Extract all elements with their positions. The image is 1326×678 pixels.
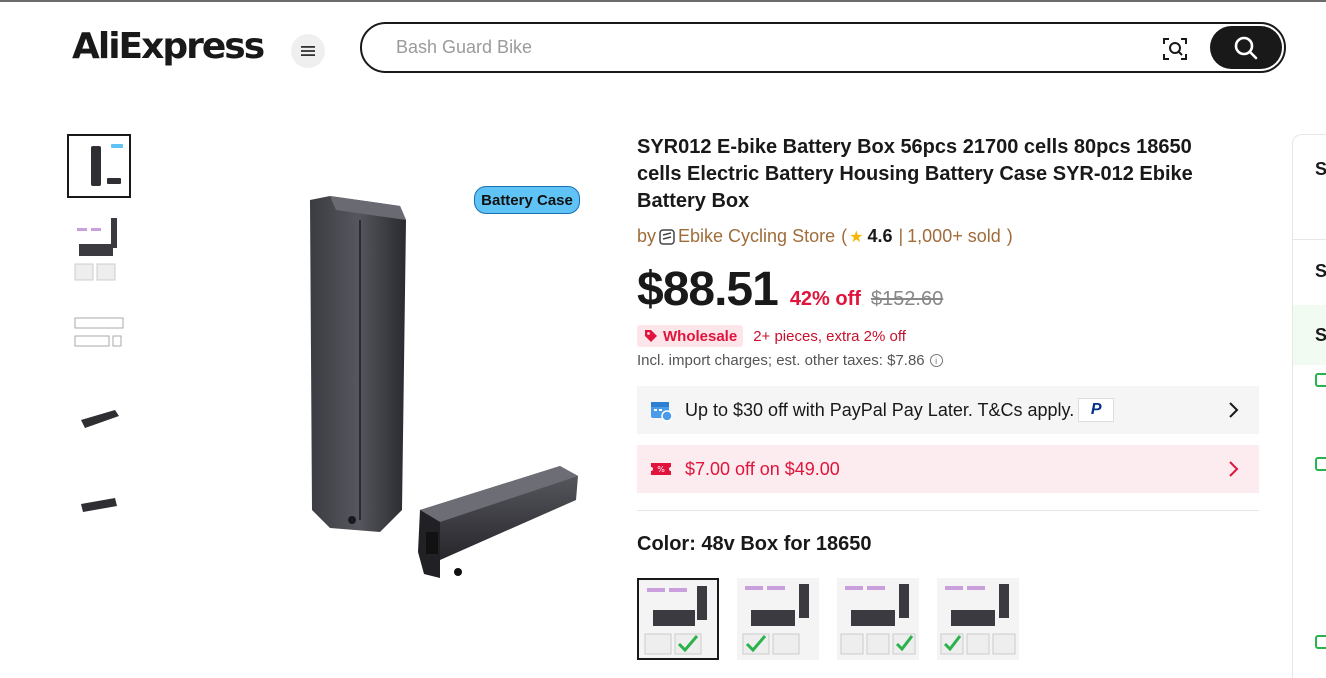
- variant-thumbnail-image: [940, 584, 1016, 655]
- battery-thumbnail-image: [91, 144, 123, 186]
- variant-thumbnail-image: [840, 584, 916, 655]
- price-row: $88.51 42% off $152.60: [637, 262, 943, 317]
- battery-case-badge: Battery Case: [474, 186, 580, 214]
- store-icon: [659, 228, 675, 245]
- variant-thumbnail-image: [742, 584, 809, 655]
- panel-letter-2: S: [1315, 261, 1326, 281]
- battery-thumbnail-image: [81, 410, 119, 428]
- calendar-icon: [649, 398, 673, 422]
- color-label: Color: 48v Box for 18650: [637, 533, 872, 555]
- wholesale-text: 2+ pieces, extra 2% off: [753, 327, 906, 345]
- svg-text:%: %: [657, 465, 665, 474]
- search-bar: [360, 22, 1286, 73]
- store-prefix: by: [637, 226, 657, 246]
- coupon-icon: %: [649, 457, 673, 481]
- tax-text: Incl. import charges; est. other taxes: …: [637, 352, 925, 369]
- color-option-3[interactable]: [837, 578, 919, 660]
- color-option-2[interactable]: [737, 578, 819, 660]
- rating-separator: |: [898, 226, 904, 246]
- chevron-right-icon: [1229, 402, 1239, 418]
- star-icon: ★: [849, 228, 864, 246]
- color-swatches: [637, 578, 1037, 660]
- product-main-image[interactable]: [290, 180, 600, 600]
- truck-icon: [1315, 373, 1326, 387]
- thumbnail-3[interactable]: [67, 302, 131, 366]
- original-price: $152.60: [870, 288, 944, 310]
- search-button[interactable]: [1210, 26, 1282, 69]
- search-icon: [1234, 36, 1258, 59]
- section-divider: [637, 510, 1259, 511]
- color-option-1[interactable]: [637, 578, 719, 660]
- panel-divider: [1293, 239, 1326, 240]
- image-search-button[interactable]: [1160, 34, 1190, 64]
- chevron-right-icon: [1229, 461, 1239, 477]
- thumbnail-list: [67, 134, 131, 554]
- product-title: SYR012 E-bike Battery Box 56pcs 21700 ce…: [637, 136, 1193, 212]
- top-border: [0, 0, 1326, 2]
- thumbnail-1[interactable]: [67, 134, 131, 198]
- thumbnail-2[interactable]: [67, 218, 131, 282]
- sold-count: 1,000+ sold: [907, 226, 1001, 246]
- variant-thumbnail-image: [644, 586, 707, 655]
- store-line: by Ebike Cycling Store ( ★ 4.6 | 1,000+ …: [637, 226, 1013, 247]
- right-side-panel: S S S: [1292, 134, 1326, 678]
- aliexpress-logo[interactable]: AliExpress: [72, 24, 265, 76]
- paypal-logo-icon: P: [1078, 398, 1115, 422]
- thumbnail-5[interactable]: [67, 470, 131, 534]
- panel-letter-1: S: [1315, 159, 1326, 179]
- paypal-promo-banner[interactable]: Up to $30 off with PayPal Pay Later. T&C…: [637, 386, 1259, 434]
- current-price: $88.51: [637, 263, 779, 316]
- color-option-4[interactable]: [937, 578, 1019, 660]
- paypal-promo-text: Up to $30 off with PayPal Pay Later. T&C…: [685, 399, 1075, 420]
- store-name-link[interactable]: Ebike Cycling Store: [678, 226, 835, 247]
- wholesale-label: Wholesale: [663, 327, 738, 345]
- battery-box-image: [310, 196, 578, 578]
- menu-button[interactable]: [291, 34, 325, 68]
- panel-letter-3: S: [1315, 325, 1326, 345]
- tag-icon: [645, 330, 657, 342]
- search-input[interactable]: [396, 37, 1156, 58]
- return-icon: [1315, 635, 1326, 649]
- tax-info: Incl. import charges; est. other taxes: …: [637, 352, 943, 369]
- hamburger-icon: [301, 46, 315, 56]
- logo-text: AliExpress: [72, 26, 265, 67]
- shield-icon: [1315, 457, 1326, 471]
- coupon-promo-banner[interactable]: % $7.00 off on $49.00: [637, 445, 1259, 493]
- wholesale-row: Wholesale 2+ pieces, extra 2% off: [637, 325, 906, 347]
- battery-thumbnail-image: [74, 218, 117, 281]
- discount-percent: 42% off: [789, 288, 861, 310]
- camera-search-icon: [1163, 38, 1187, 60]
- coupon-promo-text: $7.00 off on $49.00: [685, 458, 840, 479]
- wholesale-badge: Wholesale: [637, 325, 744, 347]
- thumbnail-4[interactable]: [67, 386, 131, 450]
- info-icon[interactable]: i: [929, 354, 943, 367]
- store-close-paren: ): [1006, 226, 1013, 246]
- dimensions-thumbnail-image: [74, 317, 124, 347]
- store-open-paren: (: [841, 226, 848, 246]
- battery-thumbnail-image: [81, 498, 117, 512]
- rating-value: 4.6: [867, 226, 893, 246]
